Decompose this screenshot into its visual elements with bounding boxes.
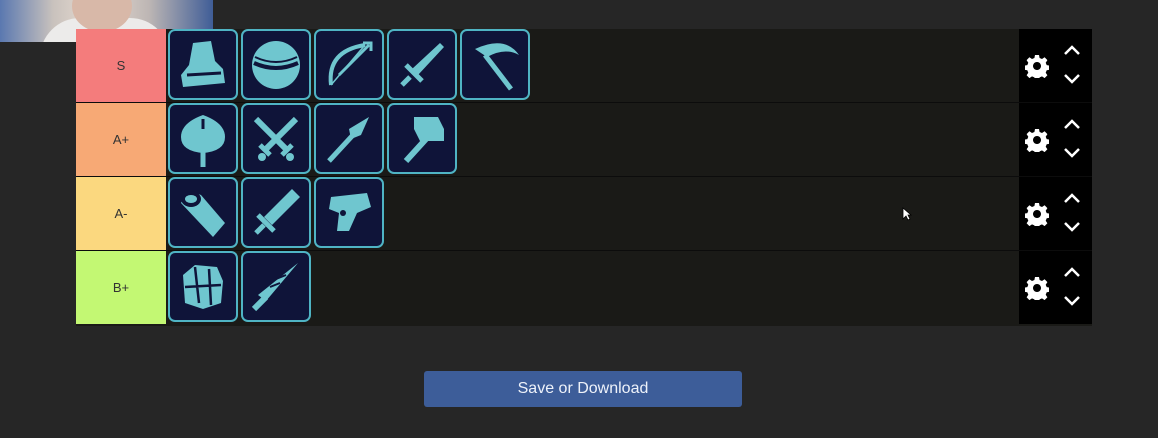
boot-icon[interactable]: [168, 29, 238, 100]
gear-icon[interactable]: [1025, 128, 1049, 152]
tier-items-b-plus: [166, 251, 1019, 324]
gear-icon[interactable]: [1025, 202, 1049, 226]
axe-icon[interactable]: [168, 103, 238, 174]
tier-items-a-plus: [166, 103, 1019, 176]
chevron-up-icon[interactable]: [1063, 117, 1081, 131]
tier-label-b-plus[interactable]: B+: [76, 251, 166, 324]
lance-icon[interactable]: [241, 251, 311, 322]
chevron-up-icon[interactable]: [1063, 265, 1081, 279]
scythe-icon[interactable]: [460, 29, 530, 100]
crossed-daggers-icon[interactable]: [241, 103, 311, 174]
tier-row-s: S: [76, 29, 1092, 102]
spear-icon[interactable]: [314, 103, 384, 174]
tier-row-a-plus: A+: [76, 103, 1092, 176]
tier-label-a-minus[interactable]: A-: [76, 177, 166, 250]
tier-items-a-minus: [166, 177, 1019, 250]
tier-controls-a-plus: [1019, 103, 1092, 176]
chevron-up-icon[interactable]: [1063, 191, 1081, 205]
chevron-down-icon[interactable]: [1063, 146, 1081, 160]
gauntlets-icon[interactable]: [168, 251, 238, 322]
sword-icon[interactable]: [387, 29, 457, 100]
tier-row-b-plus: B+: [76, 251, 1092, 324]
tier-list: S A+ A- B+: [76, 29, 1092, 326]
blaster-icon[interactable]: [314, 177, 384, 248]
hammer-icon[interactable]: [387, 103, 457, 174]
chevron-up-icon[interactable]: [1063, 43, 1081, 57]
chevron-down-icon[interactable]: [1063, 72, 1081, 86]
mouse-cursor-icon: [902, 207, 912, 221]
tier-controls-s: [1019, 29, 1092, 102]
tier-controls-b-plus: [1019, 251, 1092, 324]
orb-icon[interactable]: [241, 29, 311, 100]
tier-label-a-plus[interactable]: A+: [76, 103, 166, 176]
tier-row-a-minus: A-: [76, 177, 1092, 250]
bow-icon[interactable]: [314, 29, 384, 100]
cannon-icon[interactable]: [168, 177, 238, 248]
greatsword-icon[interactable]: [241, 177, 311, 248]
chevron-down-icon[interactable]: [1063, 220, 1081, 234]
gear-icon[interactable]: [1025, 54, 1049, 78]
gear-icon[interactable]: [1025, 276, 1049, 300]
chevron-down-icon[interactable]: [1063, 294, 1081, 308]
tier-controls-a-minus: [1019, 177, 1092, 250]
tier-label-s[interactable]: S: [76, 29, 166, 102]
tier-items-s: [166, 29, 1019, 102]
save-or-download-button[interactable]: Save or Download: [424, 371, 742, 407]
